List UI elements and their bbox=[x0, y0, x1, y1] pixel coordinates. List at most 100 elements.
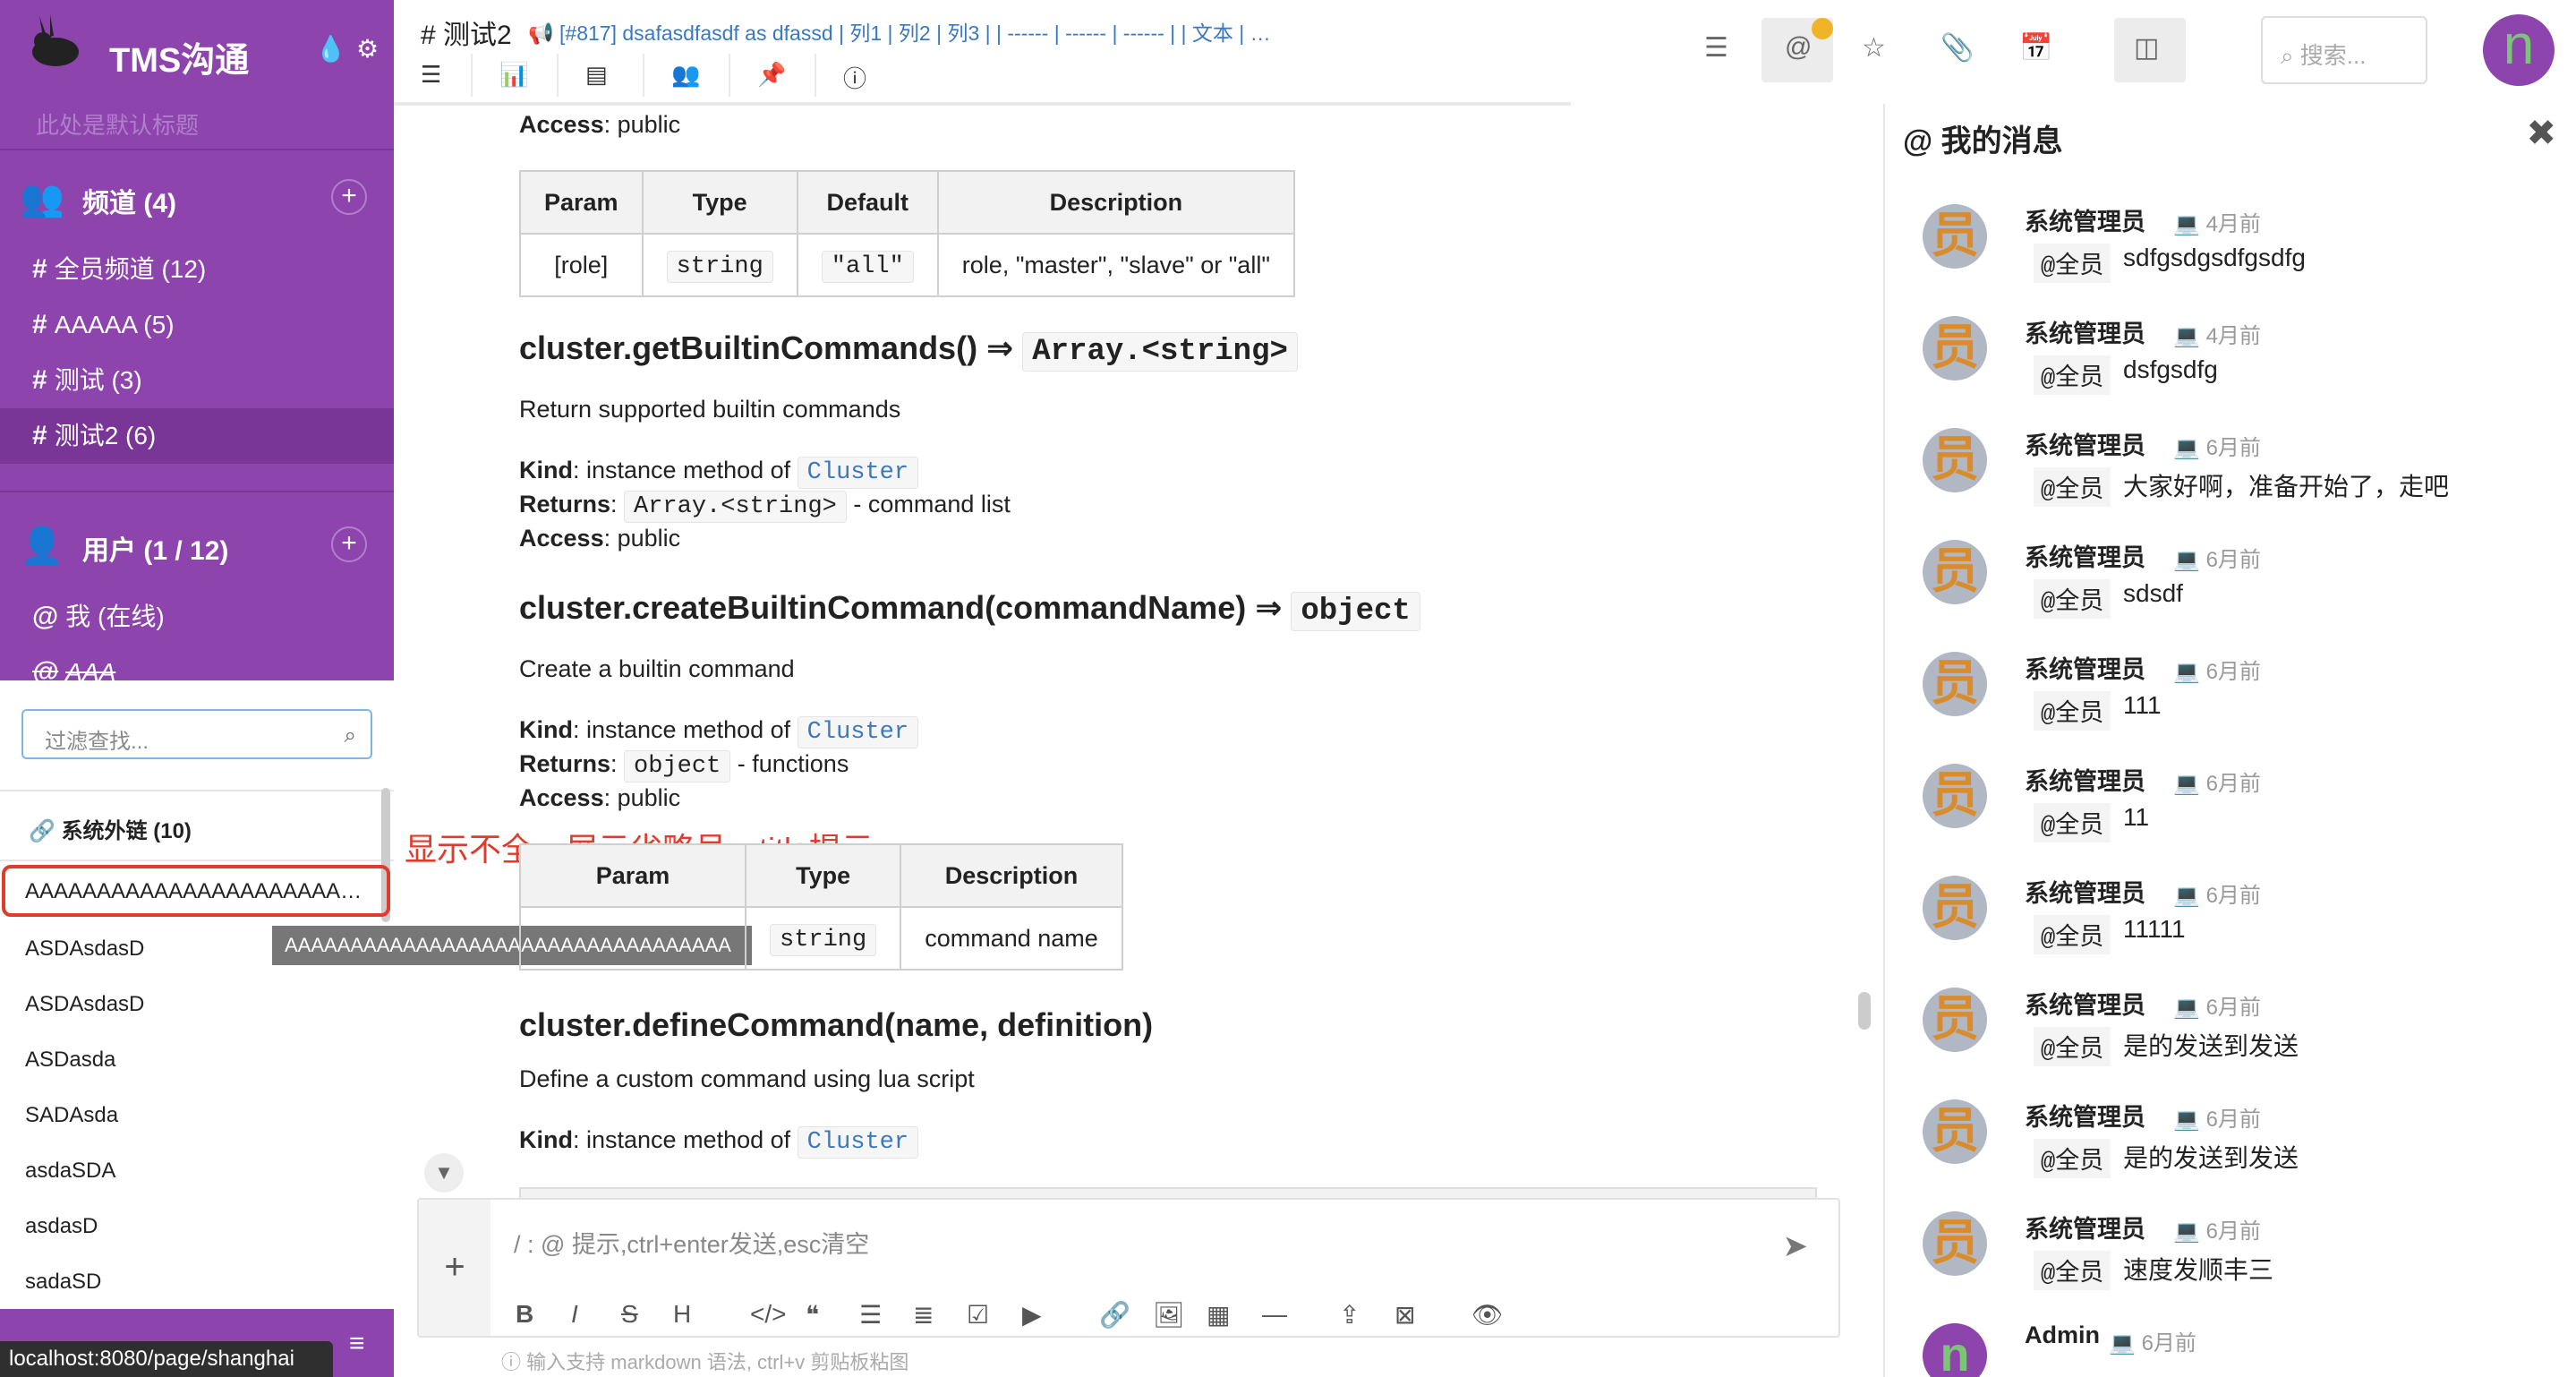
link-item[interactable]: SADAsda bbox=[25, 1103, 365, 1128]
paperclip-icon[interactable]: 📎 bbox=[1941, 32, 1974, 64]
users-group-icon: 👥 bbox=[20, 179, 64, 218]
mention-tag: @全员 bbox=[2034, 915, 2111, 954]
laptop-icon: 💻 bbox=[2173, 772, 2206, 796]
message-sender: 系统管理员 bbox=[2025, 1216, 2145, 1243]
laptop-icon: 💻 bbox=[2109, 1331, 2142, 1356]
avatar[interactable]: n bbox=[2483, 14, 2555, 86]
channel-item[interactable]: # AAAAA (5) bbox=[0, 297, 394, 353]
message-text: 11111 bbox=[2123, 915, 2186, 943]
add-attachment-button[interactable]: + bbox=[419, 1200, 490, 1336]
channel-item[interactable]: # 全员频道 (12) bbox=[0, 242, 394, 297]
settings-icon[interactable]: ⚙ bbox=[356, 34, 379, 64]
heading-icon[interactable]: H bbox=[673, 1300, 691, 1329]
message-item[interactable]: 员 系统管理员 💻 6月前 @全员 是的发送到发送 bbox=[1885, 977, 2576, 1089]
add-channel-button[interactable]: + bbox=[331, 179, 367, 215]
checklist-icon[interactable]: ☑ bbox=[967, 1300, 989, 1330]
at-icon: @ bbox=[1785, 32, 1813, 62]
avatar: n bbox=[1923, 1323, 1987, 1377]
numbered-list-icon[interactable]: ≣ bbox=[913, 1300, 934, 1330]
list-icon[interactable]: ☰ bbox=[1704, 32, 1728, 64]
chart-icon[interactable]: 📊 bbox=[499, 61, 528, 89]
message-item[interactable]: 员 系统管理员 💻 6月前 @全员 速度发顺丰三 bbox=[1885, 1201, 2576, 1313]
members-icon[interactable]: 👥 bbox=[671, 61, 700, 89]
mention-tag: @全员 bbox=[2034, 803, 2111, 842]
message-item[interactable]: 员 系统管理员 💻 6月前 @全员 大家好啊，准备开始了，走吧 bbox=[1885, 417, 2576, 529]
mention-tag: @全员 bbox=[2034, 1139, 2111, 1178]
message-item[interactable]: 员 系统管理员 💻 6月前 @全员 111 bbox=[1885, 641, 2576, 753]
mention-tag: @全员 bbox=[2034, 467, 2111, 507]
users-section-header[interactable]: 👤 用户 (1 / 12) + bbox=[0, 498, 394, 587]
editor-hint: ⓘ 输入支持 markdown 语法, ctrl+v 剪贴板粘图 bbox=[501, 1351, 909, 1373]
mention-tag: @全员 bbox=[2034, 355, 2111, 395]
class-link[interactable]: Cluster bbox=[797, 1126, 919, 1159]
message-time: 💻 6月前 bbox=[2173, 436, 2261, 460]
class-link[interactable]: Cluster bbox=[797, 716, 919, 748]
channel-item[interactable]: # 测试 (3) bbox=[0, 353, 394, 408]
link-item[interactable]: sadaSD bbox=[25, 1270, 365, 1295]
message-text: dsfgsdfg bbox=[2123, 355, 2218, 383]
link-item[interactable]: ASDasda bbox=[25, 1048, 365, 1073]
upload-icon[interactable]: ⇪ bbox=[1339, 1300, 1360, 1330]
link-icon[interactable]: 🔗 bbox=[1099, 1300, 1130, 1330]
hash-icon: # bbox=[32, 365, 47, 395]
info-icon[interactable]: ⓘ bbox=[843, 61, 866, 94]
laptop-icon: 💻 bbox=[2173, 212, 2206, 236]
pin-icon[interactable]: 📌 bbox=[757, 61, 786, 89]
users-label: 用户 (1 / 12) bbox=[82, 536, 229, 566]
content-scrollbar[interactable] bbox=[1858, 992, 1871, 1030]
filter-icon[interactable]: ▼ bbox=[424, 1153, 464, 1193]
method-heading: cluster.defineCommand(name, definition) bbox=[519, 1006, 1154, 1043]
message-time: 💻 4月前 bbox=[2173, 324, 2261, 348]
avatar: 员 bbox=[1923, 876, 1987, 940]
class-link[interactable]: Cluster bbox=[797, 457, 919, 489]
message-item[interactable]: n Admin 💻 6月前 bbox=[1885, 1313, 2576, 1377]
add-user-button[interactable]: + bbox=[331, 526, 367, 562]
image-icon[interactable]: 🖼 bbox=[1153, 1300, 1185, 1330]
bullet-list-icon[interactable]: ☰ bbox=[859, 1300, 882, 1330]
messages-panel: @ 我的消息 ✖ 员系统管理员 💻 4月前 @全员 sdfgsdgsdfgsdfg 员系… bbox=[1883, 104, 2576, 1377]
mention-tag: @全员 bbox=[2034, 1027, 2111, 1066]
server-icon[interactable]: ▤ bbox=[585, 61, 608, 89]
excel-icon[interactable]: ⊠ bbox=[1395, 1300, 1415, 1330]
close-icon[interactable]: ✖ bbox=[2526, 113, 2556, 154]
italic-icon[interactable]: I bbox=[571, 1300, 578, 1329]
sidebar-header: TMS沟通 💧 ⚙ bbox=[0, 0, 394, 107]
link-item[interactable]: asdaSDA bbox=[25, 1159, 365, 1184]
code-icon[interactable]: </> bbox=[750, 1300, 786, 1329]
menu-icon[interactable]: ☰ bbox=[421, 61, 441, 89]
message-item[interactable]: 员 系统管理员 💻 4月前 @全员 sdfgsdgsdfgsdfg bbox=[1885, 193, 2576, 305]
link-item[interactable]: AAAAAAAAAAAAAAAAAAAAAAAAAAAAAAAAAA bbox=[25, 879, 365, 904]
message-item[interactable]: 员 系统管理员 💻 4月前 @全员 dsfgsdfg bbox=[1885, 305, 2576, 417]
laptop-icon: 💻 bbox=[2173, 884, 2206, 908]
app-title: TMS沟通 bbox=[109, 42, 250, 80]
quote-icon[interactable]: ❝ bbox=[806, 1300, 819, 1330]
star-icon[interactable]: ☆ bbox=[1862, 32, 1886, 64]
preview-eye-icon[interactable]: 👁 bbox=[1471, 1300, 1504, 1330]
channel-description[interactable]: 📢 [#817] dsafasdfasdf as dfassd | 列1 | 列… bbox=[528, 16, 1710, 47]
at-icon: @ bbox=[1903, 124, 1941, 158]
laptop-icon: 💻 bbox=[2173, 436, 2206, 460]
menu-icon[interactable]: ≡ bbox=[349, 1329, 365, 1359]
calendar-icon[interactable]: 📅 bbox=[2019, 32, 2052, 64]
user-item[interactable]: @ 我 (在线) bbox=[0, 589, 394, 645]
message-item[interactable]: 员 系统管理员 💻 6月前 @全员 11 bbox=[1885, 753, 2576, 865]
link-item[interactable]: ASDAsdasD bbox=[25, 992, 365, 1017]
channel-item-active[interactable]: # 测试2 (6) bbox=[0, 408, 394, 464]
message-item[interactable]: 员 系统管理员 💻 6月前 @全员 是的发送到发送 bbox=[1885, 1089, 2576, 1201]
link-item[interactable]: asdasD bbox=[25, 1214, 365, 1239]
bold-icon[interactable]: B bbox=[516, 1300, 533, 1329]
drop-icon[interactable]: 💧 bbox=[315, 34, 346, 64]
send-icon[interactable]: ➤ bbox=[1783, 1228, 1809, 1264]
message-item[interactable]: 员 系统管理员 💻 6月前 @全员 11111 bbox=[1885, 865, 2576, 977]
channels-section-header[interactable]: 👥 频道 (4) + bbox=[0, 150, 394, 240]
table-icon[interactable]: ▦ bbox=[1207, 1300, 1230, 1330]
search-input[interactable]: ⌕ 搜索... bbox=[2261, 16, 2427, 84]
message-item[interactable]: 员 系统管理员 💻 6月前 @全员 sdsdf bbox=[1885, 529, 2576, 641]
horizontal-rule-icon[interactable]: — bbox=[1262, 1300, 1287, 1329]
notification-badge bbox=[1812, 18, 1833, 39]
avatar: 员 bbox=[1923, 764, 1987, 828]
play-icon[interactable]: ▶ bbox=[1022, 1300, 1042, 1330]
strikethrough-icon[interactable]: S bbox=[621, 1300, 638, 1329]
message-input[interactable]: / : @ 提示,ctrl+enter发送,esc清空 bbox=[514, 1225, 869, 1260]
filter-input[interactable]: 过滤查找... ⌕ bbox=[21, 709, 372, 759]
